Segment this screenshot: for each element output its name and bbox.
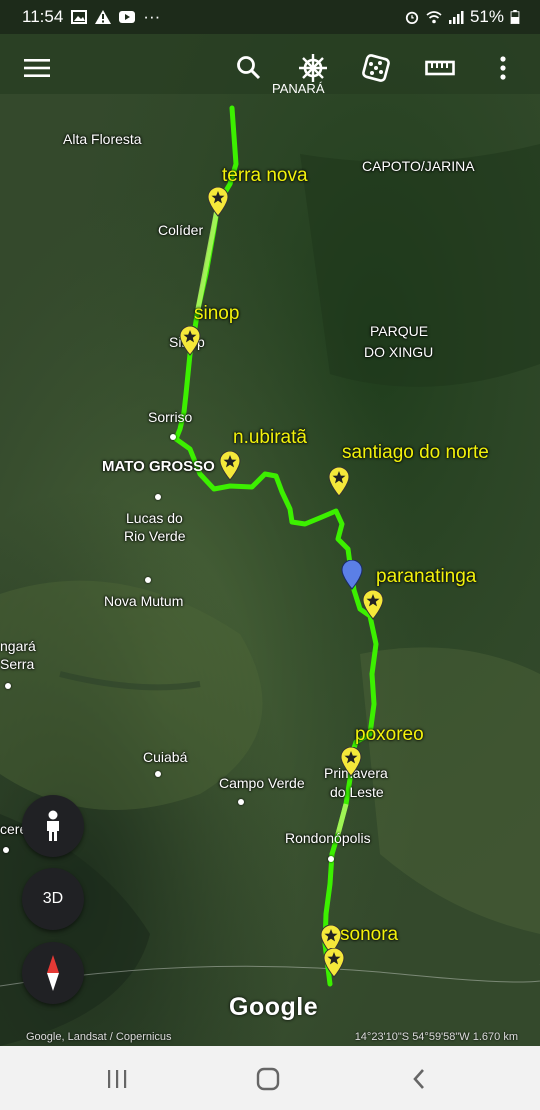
- wifi-icon: [426, 11, 442, 24]
- attribution-text: Google, Landsat / Copernicus: [26, 1031, 172, 1043]
- star-pin-icon[interactable]: [179, 326, 201, 356]
- star-pin-icon[interactable]: [362, 590, 384, 620]
- place-label: Serra: [0, 656, 35, 672]
- alarm-icon: [405, 11, 419, 24]
- place-label: Rondonópolis: [285, 830, 371, 846]
- marker-label[interactable]: santiago do norte: [342, 442, 489, 464]
- star-pin-icon[interactable]: [340, 747, 362, 777]
- battery-icon: [510, 10, 520, 24]
- status-time: 11:54: [22, 7, 64, 26]
- hamburger-menu-icon[interactable]: [21, 52, 53, 84]
- 3d-toggle-button[interactable]: 3D: [22, 868, 84, 930]
- place-label: DO XINGU: [364, 344, 434, 360]
- place-label: MATO GROSSO: [102, 458, 215, 475]
- place-label: Sorriso: [148, 409, 193, 425]
- coordinates-readout: 14°23'10"S 54°59'58"W 1.670 km: [354, 1031, 518, 1043]
- voyager-label[interactable]: PANARÁ: [272, 81, 325, 96]
- place-label: Lucas do: [126, 510, 183, 526]
- battery-percent: 51%: [469, 7, 504, 26]
- place-label: Rio Verde: [124, 528, 186, 544]
- marker-label[interactable]: sonora: [340, 924, 398, 946]
- more-vert-icon[interactable]: [487, 52, 519, 84]
- recents-icon[interactable]: [102, 1064, 132, 1094]
- star-pin-icon[interactable]: [323, 948, 345, 978]
- city-dot: [3, 847, 9, 853]
- marker-label[interactable]: terra nova: [222, 165, 308, 187]
- marker-label[interactable]: paranatinga: [376, 566, 476, 588]
- city-dot: [238, 799, 244, 805]
- google-logo: Google: [229, 993, 319, 1021]
- system-nav-bar: [0, 1046, 540, 1110]
- pegman-icon: [47, 810, 59, 841]
- place-label: Alta Floresta: [63, 131, 142, 147]
- youtube-icon: [119, 11, 136, 23]
- compass-button[interactable]: [22, 942, 84, 1004]
- status-bar: 11:54 ··· 51%: [0, 0, 540, 34]
- city-dot: [328, 856, 334, 862]
- place-label: do Leste: [330, 784, 384, 800]
- place-label: Campo Verde: [219, 775, 305, 791]
- place-label: CAPOTO/JARINA: [362, 158, 475, 174]
- place-label: PARQUE: [370, 323, 429, 339]
- search-icon[interactable]: [233, 52, 265, 84]
- signal-icon: [448, 11, 464, 24]
- back-icon[interactable]: [404, 1064, 434, 1094]
- location-pin-icon[interactable]: [341, 560, 363, 590]
- star-pin-icon[interactable]: [207, 187, 229, 217]
- place-label: Nova Mutum: [104, 593, 184, 609]
- city-dot: [5, 683, 11, 689]
- pegman-button[interactable]: [22, 795, 84, 857]
- place-label: ngará: [0, 638, 36, 654]
- gallery-icon: [71, 10, 88, 24]
- marker-label[interactable]: poxoreo: [355, 724, 424, 746]
- city-dot: [155, 771, 161, 777]
- ship-wheel-icon[interactable]: [297, 52, 329, 84]
- ruler-icon[interactable]: [424, 52, 456, 84]
- city-dot: [155, 494, 161, 500]
- home-icon[interactable]: [253, 1064, 283, 1094]
- place-label: Cuiabá: [143, 749, 188, 765]
- city-dot: [170, 434, 176, 440]
- warning-icon: [95, 10, 112, 24]
- marker-label[interactable]: sinop: [194, 303, 239, 325]
- star-pin-icon[interactable]: [328, 467, 350, 497]
- place-label: Colíder: [158, 222, 204, 238]
- dice-icon[interactable]: [360, 52, 392, 84]
- marker-label[interactable]: n.ubiratã: [233, 427, 307, 449]
- city-dot: [145, 577, 151, 583]
- status-overflow: ···: [143, 7, 161, 26]
- compass-icon: [47, 955, 59, 991]
- star-pin-icon[interactable]: [219, 451, 241, 481]
